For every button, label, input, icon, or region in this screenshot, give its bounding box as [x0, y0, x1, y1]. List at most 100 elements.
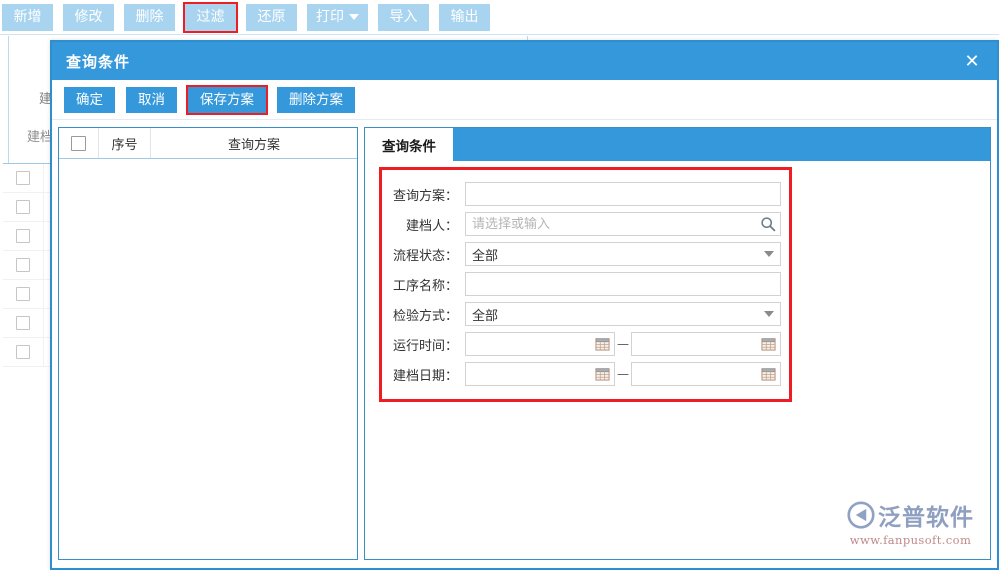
toolbar-button-add[interactable]: 新增 [2, 3, 53, 31]
run-time-from-cell [465, 332, 615, 356]
toolbar-button-print[interactable]: 打印 [307, 3, 368, 31]
toolbar-button-filter-label: 过滤 [196, 8, 225, 25]
scheme-list-panel: 序号 查询方案 [58, 127, 358, 560]
field-flow-status-control [465, 242, 781, 266]
row-checkbox[interactable] [16, 258, 30, 272]
date-range-separator: — [617, 367, 629, 381]
watermark-row: 泛普软件 [847, 498, 974, 532]
toolbar-button-export[interactable]: 输出 [439, 3, 490, 31]
chevron-down-icon [349, 14, 359, 20]
field-create-date-label: 建档日期： [392, 368, 458, 384]
watermark-brand: 泛普软件 [878, 505, 974, 531]
confirm-button-label: 确定 [76, 91, 103, 108]
scheme-list-body[interactable] [59, 159, 357, 559]
toolbar-button-edit[interactable]: 修改 [63, 3, 114, 31]
toolbar-divider [0, 34, 999, 35]
field-scheme-name: 查询方案： [390, 179, 781, 209]
creator-input[interactable] [465, 212, 781, 236]
screen: 新增 修改 删除 过滤 还原 打印 导入 输出 建 建档 查询条件 ✕ 确定 取… [0, 0, 999, 570]
fanpu-logo-icon [847, 501, 875, 529]
create-date-to-input[interactable] [631, 362, 781, 386]
dialog-toolbar: 确定 取消 保存方案 删除方案 [52, 80, 997, 120]
toolbar-button-print-label: 打印 [316, 8, 344, 25]
field-create-date: 建档日期： — [390, 359, 781, 389]
scheme-list-header: 序号 查询方案 [59, 128, 357, 159]
field-inspection-method-label: 检验方式： [392, 308, 458, 324]
field-creator-label: 建档人： [405, 218, 458, 234]
row-checkbox-cell[interactable] [3, 338, 44, 366]
confirm-button[interactable]: 确定 [64, 86, 115, 113]
row-checkbox-cell[interactable] [3, 251, 44, 279]
toolbar-button-export-label: 输出 [450, 8, 479, 25]
dialog-body: 序号 查询方案 查询条件 查询方案： 建档人： 请选择或输入 流程状态： 全部 … [52, 121, 997, 568]
toolbar-button-restore[interactable]: 还原 [246, 3, 297, 31]
tab-query-conditions-label: 查询条件 [382, 138, 436, 155]
create-date-from-cell [465, 362, 615, 386]
field-flow-status: 流程状态： [390, 239, 781, 269]
row-checkbox-cell[interactable] [3, 193, 44, 221]
field-run-time-label: 运行时间： [392, 338, 458, 354]
field-process-name-label: 工序名称： [392, 278, 458, 294]
field-process-name-control [465, 272, 781, 296]
field-inspection-method: 检验方式： [390, 299, 781, 329]
toolbar-button-filter[interactable]: 过滤 [183, 1, 238, 33]
field-process-name: 工序名称： [390, 269, 781, 299]
toolbar-button-import-label: 导入 [389, 8, 418, 25]
field-scheme-name-label: 查询方案： [392, 188, 458, 204]
row-checkbox[interactable] [16, 316, 30, 330]
save-scheme-button[interactable]: 保存方案 [186, 84, 268, 115]
row-checkbox[interactable] [16, 229, 30, 243]
flow-status-select[interactable] [465, 242, 781, 266]
row-checkbox[interactable] [16, 345, 30, 359]
row-checkbox[interactable] [16, 171, 30, 185]
delete-scheme-button-label: 删除方案 [289, 91, 343, 108]
dialog-title: 查询条件 [66, 52, 131, 71]
run-time-to-cell [631, 332, 781, 356]
watermark-logo: 泛普软件 www.fanpusoft.com [847, 498, 974, 547]
conditions-panel: 查询条件 查询方案： 建档人： 请选择或输入 流程状态： 全部 工序名称： 检验… [364, 127, 991, 560]
cancel-button[interactable]: 取消 [126, 86, 177, 113]
inspection-method-select[interactable] [465, 302, 781, 326]
toolbar-button-delete[interactable]: 删除 [124, 3, 175, 31]
field-flow-status-label: 流程状态： [392, 248, 458, 264]
field-creator-control [465, 212, 781, 236]
field-create-date-control: — [465, 362, 781, 386]
search-icon[interactable] [760, 216, 776, 232]
toolbar-button-restore-label: 还原 [257, 8, 286, 25]
row-checkbox[interactable] [16, 200, 30, 214]
column-header-index: 序号 [99, 128, 151, 158]
run-time-from-input[interactable] [465, 332, 615, 356]
scheme-name-input[interactable] [465, 182, 781, 206]
create-date-to-cell [631, 362, 781, 386]
close-icon[interactable]: ✕ [955, 42, 989, 80]
cancel-button-label: 取消 [138, 91, 165, 108]
query-conditions-dialog: 查询条件 ✕ 确定 取消 保存方案 删除方案 序号 查询方案 查询条件 查询方案… [50, 40, 999, 570]
run-time-to-input[interactable] [631, 332, 781, 356]
create-date-from-input[interactable] [465, 362, 615, 386]
toolbar-button-delete-label: 删除 [135, 8, 164, 25]
row-checkbox-cell[interactable] [3, 309, 44, 337]
field-run-time: 运行时间： — [390, 329, 781, 359]
row-checkbox-cell[interactable] [3, 164, 44, 192]
tab-strip: 查询条件 [365, 128, 990, 161]
delete-scheme-button[interactable]: 删除方案 [277, 86, 355, 113]
watermark-url: www.fanpusoft.com [849, 533, 972, 547]
date-range-separator: — [617, 337, 629, 351]
row-checkbox-cell[interactable] [3, 280, 44, 308]
main-toolbar: 新增 修改 删除 过滤 还原 打印 导入 输出 [0, 0, 999, 34]
field-run-time-control: — [465, 332, 781, 356]
select-all-cell[interactable] [59, 128, 99, 158]
field-creator: 建档人： [390, 209, 781, 239]
row-checkbox[interactable] [16, 287, 30, 301]
field-scheme-name-control [465, 182, 781, 206]
save-scheme-button-label: 保存方案 [200, 91, 254, 108]
select-all-checkbox[interactable] [71, 135, 86, 151]
tab-query-conditions[interactable]: 查询条件 [365, 128, 453, 161]
process-name-input[interactable] [465, 272, 781, 296]
toolbar-button-import[interactable]: 导入 [378, 3, 429, 31]
toolbar-button-add-label: 新增 [13, 8, 42, 25]
form-area: 查询方案： 建档人： 请选择或输入 流程状态： 全部 工序名称： 检验方式： 全… [365, 161, 990, 559]
query-conditions-form: 查询方案： 建档人： 请选择或输入 流程状态： 全部 工序名称： 检验方式： 全… [379, 167, 792, 402]
tab-strip-filler [453, 128, 990, 161]
row-checkbox-cell[interactable] [3, 222, 44, 250]
